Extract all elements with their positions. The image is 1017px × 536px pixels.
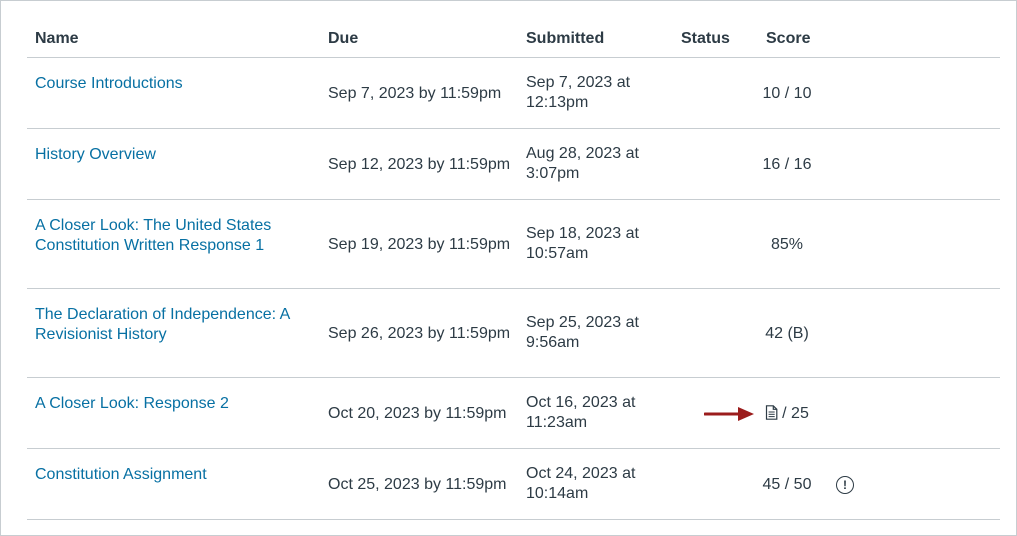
- score-value: 10 / 10: [762, 85, 812, 102]
- assignment-name-line: Constitution Written Response 1: [35, 237, 265, 254]
- submitted-line: Sep 25, 2023 at: [526, 314, 639, 331]
- score-value: 42 (B): [765, 325, 809, 342]
- due-date: Sep 26, 2023 by 11:59pm: [328, 325, 511, 342]
- submitted-line: Sep 7, 2023 at: [526, 74, 631, 91]
- assignment-name-line: Course Introductions: [35, 75, 183, 92]
- table-row: A Closer Look: The United States Constit…: [27, 200, 1000, 289]
- assignment-link[interactable]: Constitution Assignment: [35, 465, 207, 485]
- grades-table: Name Due Submitted Status Score Course I…: [27, 15, 1000, 520]
- score-value: 85%: [770, 236, 804, 253]
- score-value: / 25: [742, 404, 832, 424]
- submitted-line: Sep 18, 2023 at: [526, 225, 639, 242]
- submitted-line: 12:13pm: [526, 94, 589, 111]
- submitted-line: 10:14am: [526, 485, 589, 502]
- assignment-name-line: A Closer Look: Response 2: [35, 395, 229, 412]
- score-value: 45 / 50: [762, 476, 812, 493]
- table-row: History Overview Sep 12, 2023 by 11:59pm…: [27, 129, 1000, 200]
- alert-circle-icon[interactable]: !: [836, 476, 854, 494]
- assignment-link[interactable]: History Overview: [35, 145, 156, 165]
- submitted-line: 10:57am: [526, 245, 589, 262]
- due-date: Oct 25, 2023 by 11:59pm: [328, 476, 507, 493]
- assignment-name-line: The Declaration of Independence: A: [35, 306, 291, 323]
- submitted-date: Aug 28, 2023 at 3:07pm: [526, 144, 639, 184]
- submitted-date: Sep 7, 2023 at 12:13pm: [526, 73, 630, 113]
- due-date: Sep 19, 2023 by 11:59pm: [328, 236, 511, 253]
- submitted-line: 3:07pm: [526, 165, 580, 182]
- due-date: Sep 7, 2023 by 11:59pm: [328, 85, 502, 102]
- column-header-score[interactable]: Score: [766, 30, 810, 48]
- column-header-due[interactable]: Due: [328, 30, 358, 48]
- submitted-line: Oct 16, 2023 at: [526, 394, 636, 411]
- assignment-link[interactable]: The Declaration of Independence: A Revis…: [35, 305, 290, 345]
- table-row: Constitution Assignment Oct 25, 2023 by …: [27, 449, 1000, 520]
- submitted-line: 9:56am: [526, 334, 580, 351]
- table-row: A Closer Look: Response 2 Oct 20, 2023 b…: [27, 378, 1000, 449]
- grades-panel: Name Due Submitted Status Score Course I…: [0, 0, 1017, 536]
- submitted-date: Oct 24, 2023 at 10:14am: [526, 464, 635, 504]
- column-header-submitted[interactable]: Submitted: [526, 30, 604, 48]
- assignment-name-line: Revisionist History: [35, 326, 167, 343]
- assignment-name-line: Constitution Assignment: [35, 466, 207, 483]
- submitted-line: Oct 24, 2023 at: [526, 465, 636, 482]
- table-row: Course Introductions Sep 7, 2023 by 11:5…: [27, 58, 1000, 129]
- submitted-date: Sep 18, 2023 at 10:57am: [526, 224, 639, 264]
- due-date: Oct 20, 2023 by 11:59pm: [328, 405, 507, 422]
- table-header: Name Due Submitted Status Score: [27, 15, 1000, 58]
- submitted-date: Sep 25, 2023 at 9:56am: [526, 313, 639, 353]
- submitted-date: Oct 16, 2023 at 11:23am: [526, 393, 635, 433]
- assignment-link[interactable]: A Closer Look: Response 2: [35, 394, 229, 414]
- assignment-link[interactable]: Course Introductions: [35, 74, 183, 94]
- column-header-status[interactable]: Status: [681, 30, 730, 48]
- table-row: The Declaration of Independence: A Revis…: [27, 289, 1000, 378]
- submitted-line: 11:23am: [526, 414, 588, 431]
- assignment-name-line: History Overview: [35, 146, 156, 163]
- assignment-link[interactable]: A Closer Look: The United States Constit…: [35, 216, 271, 256]
- document-icon[interactable]: [765, 405, 778, 420]
- column-header-name[interactable]: Name: [35, 30, 79, 48]
- due-date: Sep 12, 2023 by 11:59pm: [328, 156, 511, 173]
- score-value: 16 / 16: [762, 156, 812, 173]
- submitted-line: Aug 28, 2023 at: [526, 145, 639, 162]
- assignment-name-line: A Closer Look: The United States: [35, 217, 272, 234]
- score-text: / 25: [782, 405, 809, 422]
